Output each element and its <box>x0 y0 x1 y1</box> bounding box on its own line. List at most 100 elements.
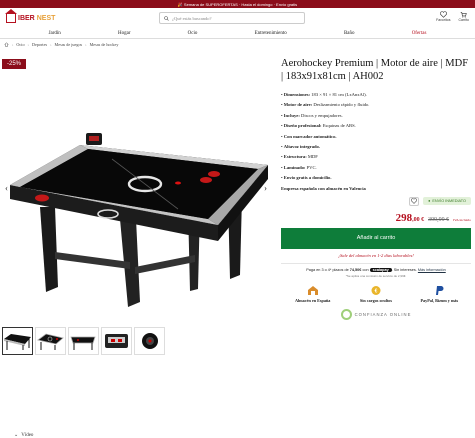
paypal-icon <box>436 285 444 295</box>
cart-label: Carrito <box>458 18 469 22</box>
search-placeholder: ¿Qué estás buscando? <box>172 15 212 21</box>
product-title: Aerohockey Premium | Motor de aire | MDF… <box>281 58 469 82</box>
chevron-right-icon: › <box>12 41 14 47</box>
feature-label: Sin cargos ocultos <box>359 297 393 303</box>
company-note: Empresa española con almacén en Valencia <box>281 185 366 191</box>
spec-item: • Motor de aire: Deslizamiento rápido y … <box>281 102 370 108</box>
search-icon <box>164 15 169 21</box>
spec-item: • Estructura: MDF <box>281 154 318 160</box>
seal-icon <box>340 308 352 320</box>
discount-badge: -25% <box>2 59 27 69</box>
warehouse-icon <box>307 285 318 295</box>
divider <box>281 262 471 264</box>
video-label: Vídeo <box>21 432 34 438</box>
chevron-right-icon: › <box>50 41 52 47</box>
chevron-right-icon: › <box>27 41 29 47</box>
spec-item: • Laminado: PVC. <box>281 164 317 170</box>
breadcrumb: › Ocio › Deportes › Mesas de juegos › Me… <box>0 39 475 49</box>
promo-text: 🎉 Semana de SUPEROFERTAS · Hasta el domi… <box>177 1 298 7</box>
gallery-next-arrow[interactable]: › <box>264 183 267 193</box>
house-icon <box>5 8 17 23</box>
nav-item-ocio[interactable]: Ocio <box>188 31 198 36</box>
trust-features: Almacén en España € Sin cargos ocultos P… <box>281 285 471 303</box>
heart-icon <box>439 11 447 18</box>
feature-item: Almacén en España <box>285 285 341 303</box>
installments-text: con <box>362 267 369 272</box>
thumbnail-image <box>4 334 31 350</box>
stock-badge: ● ENVÍO INMEDIATO <box>423 197 471 206</box>
breadcrumb-item[interactable]: Deportes <box>32 42 47 47</box>
heart-icon <box>411 198 418 204</box>
gallery-thumbnails <box>2 327 165 355</box>
price-cents: ,00 € <box>412 216 425 223</box>
seal-label: CONFIANZA ONLINE <box>354 311 412 317</box>
product-main-image[interactable] <box>0 57 277 322</box>
add-to-favorites-button[interactable] <box>409 196 420 206</box>
price-row: 298,00 € 399,99 € IVA incluido <box>281 212 471 224</box>
check-icon: ● <box>428 199 431 204</box>
price-integer: 298 <box>395 211 413 224</box>
cart-button[interactable]: Carrito <box>458 11 469 22</box>
feature-item: € Sin cargos ocultos <box>348 285 404 303</box>
confianza-online-seal[interactable]: CONFIANZA ONLINE <box>281 308 471 320</box>
thumbnail[interactable] <box>134 327 165 355</box>
favorites-label: Favoritos <box>436 18 451 22</box>
spec-item: • Envío gratis a domicilio. <box>281 175 332 181</box>
gallery-prev-arrow[interactable]: ‹ <box>5 183 8 193</box>
thumbnail-image <box>142 333 158 349</box>
old-price: 399,99 € <box>428 216 450 223</box>
thumbnail-image <box>37 333 64 350</box>
add-to-cart-button[interactable]: Añadir al carrito <box>281 227 471 249</box>
feature-label: PayPal, Bizum y más <box>420 297 459 303</box>
spec-item: • Altavoz integrado. <box>281 144 320 150</box>
breadcrumb-item[interactable]: Mesas de hockey <box>90 42 119 47</box>
spec-item: • Diseño profesional: Esquinas de ABS. <box>281 123 356 129</box>
more-info-link[interactable]: Más información <box>418 268 446 272</box>
main-nav: Jardín Hogar Ocio Entretenimiento Baño O… <box>0 28 475 39</box>
video-toggle[interactable]: ⌄ Vídeo <box>14 432 33 438</box>
nav-item-jardin[interactable]: Jardín <box>49 31 61 36</box>
installments-note: *Se aplica una comisión de servicio de 2… <box>345 273 407 278</box>
installments-info: Paga en 3 o 4* plazos de 74,50€ con scal… <box>281 267 471 272</box>
breadcrumb-item[interactable]: Mesas de juegos <box>54 42 82 47</box>
thumbnail[interactable] <box>2 327 33 355</box>
site-header: IBER NEST ¿Qué estás buscando? Favoritos … <box>0 8 475 28</box>
thumbnail[interactable] <box>101 327 132 355</box>
search-input[interactable]: ¿Qué estás buscando? <box>159 12 305 24</box>
installments-amount: 74,50€ <box>349 267 362 272</box>
breadcrumb-item[interactable]: Ocio <box>16 42 24 47</box>
scalapay-logo: scalapay <box>369 267 392 272</box>
svg-text:€: € <box>375 288 378 294</box>
thumbnail-image <box>105 334 128 348</box>
installments-text: . Sin intereses. <box>391 267 417 272</box>
favorites-button[interactable]: Favoritos <box>436 11 450 22</box>
spec-item: • Incluye: Discos y empujadores. <box>281 112 343 118</box>
nav-item-hogar[interactable]: Hogar <box>118 31 131 36</box>
cart-icon <box>460 12 467 18</box>
home-icon[interactable] <box>4 41 9 47</box>
brand-name-part1: IBER <box>18 14 35 22</box>
thumbnail-image <box>70 336 96 350</box>
product-specs: • Dimensiones: 183 × 91 × 81 cm (LxAnxAl… <box>281 90 471 184</box>
chevron-down-icon: ⌄ <box>14 433 19 438</box>
no-fees-icon: € <box>371 285 381 295</box>
installments-text: Paga en 3 o 4* plazos de <box>306 267 349 272</box>
promo-topbar: 🎉 Semana de SUPEROFERTAS · Hasta el domi… <box>0 0 475 8</box>
product-info: Aerohockey Premium | Motor de aire | MDF… <box>281 57 471 320</box>
nav-item-bano[interactable]: Baño <box>344 31 355 36</box>
feature-label: Almacén en España <box>294 297 331 303</box>
nav-item-entretenimiento[interactable]: Entretenimiento <box>255 31 287 36</box>
nav-item-ofertas[interactable]: Ofertas <box>412 31 427 36</box>
thumbnail[interactable] <box>68 327 99 355</box>
chevron-right-icon: › <box>85 41 87 47</box>
vat-note: IVA incluido <box>453 217 471 222</box>
feature-item: PayPal, Bizum y más <box>411 285 467 303</box>
spec-item: • Dimensiones: 183 × 91 × 81 cm (LxAnxAl… <box>281 92 367 97</box>
dispatch-note: ¡Sale del almacén en 1-2 días laborables… <box>338 252 414 258</box>
stock-label: ENVÍO INMEDIATO <box>432 199 466 204</box>
spec-item: • Con marcador automático. <box>281 133 337 139</box>
current-price: 298,00 € <box>396 212 425 224</box>
brand-name-part2: NEST <box>36 14 56 22</box>
brand-logo[interactable]: IBER NEST <box>5 8 56 23</box>
thumbnail[interactable] <box>35 327 66 355</box>
